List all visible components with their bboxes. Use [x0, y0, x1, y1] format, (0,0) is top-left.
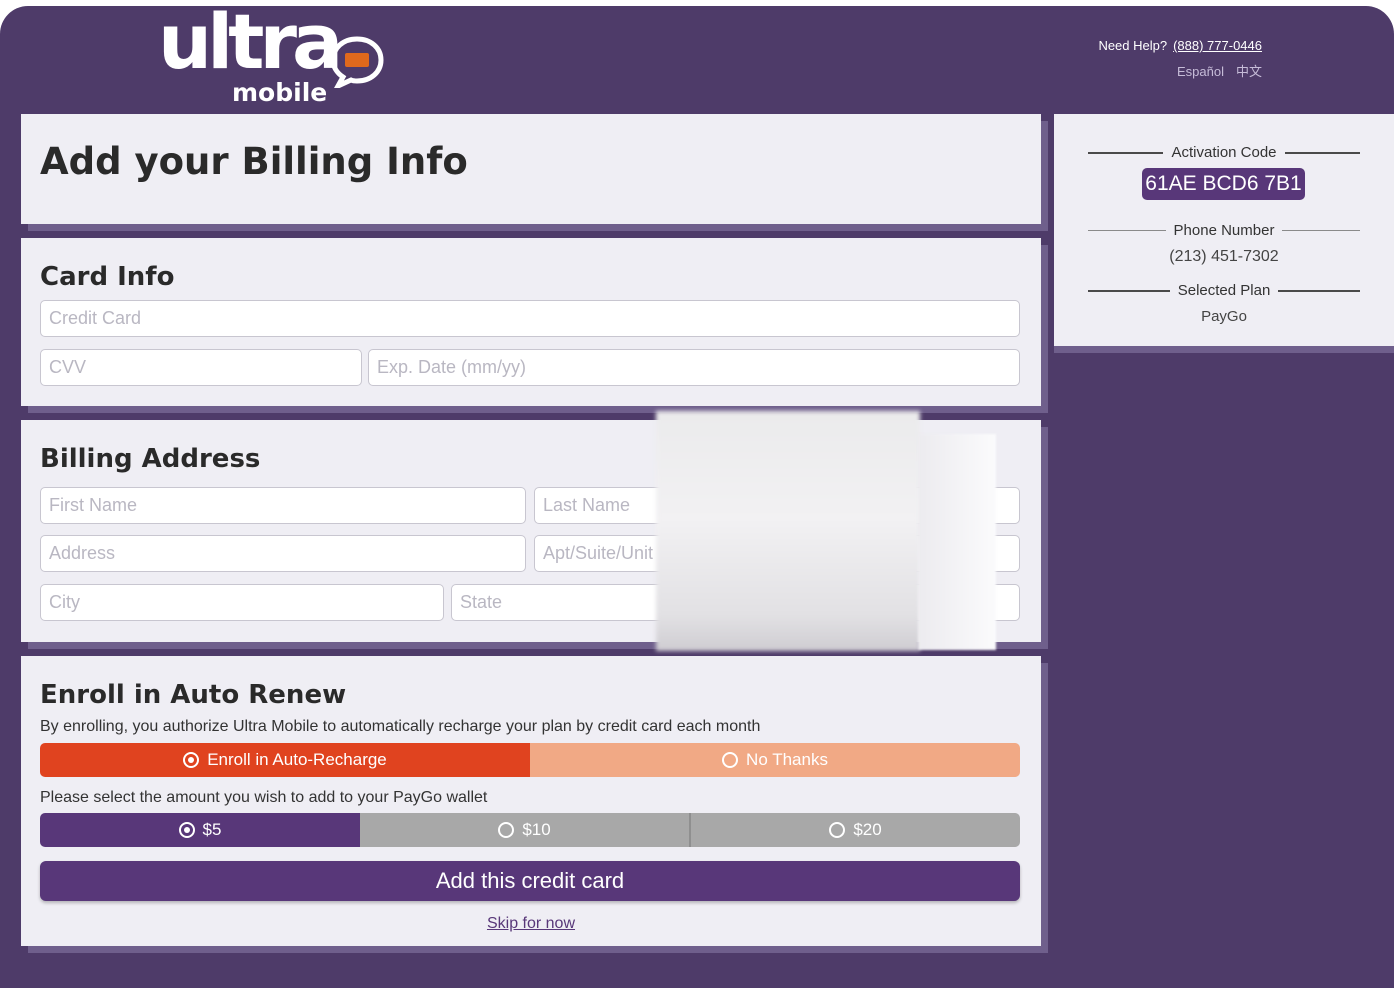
amount-prompt: Please select the amount you wish to add… — [40, 789, 488, 806]
card-info-heading: Card Info — [40, 262, 175, 292]
chat-bubble-logo-icon — [330, 36, 384, 88]
language-chinese-link[interactable]: 中文 — [1236, 64, 1262, 79]
title-card: Add your Billing Info — [21, 114, 1041, 224]
no-thanks-label: No Thanks — [746, 750, 828, 769]
help-line: Need Help? (888) 777-0446 — [1098, 38, 1262, 53]
enroll-label: Enroll in Auto-Recharge — [207, 750, 387, 769]
amount-option-20[interactable]: $20 — [691, 813, 1020, 847]
radio-selected-icon — [183, 752, 200, 768]
help-area: Need Help? (888) 777-0446 Español 中文 — [1098, 38, 1262, 80]
amount-option-10[interactable]: $10 — [360, 813, 691, 847]
help-label: Need Help? — [1098, 38, 1168, 53]
card-info-section: Card Info — [21, 238, 1041, 406]
selected-plan-value: PayGo — [1201, 308, 1247, 325]
help-phone-link[interactable]: (888) 777-0446 — [1173, 38, 1262, 53]
amount-label-10: $10 — [522, 820, 551, 839]
radio-unselected-icon — [829, 822, 846, 838]
radio-selected-icon — [178, 822, 195, 838]
auto-renew-heading: Enroll in Auto Renew — [40, 680, 347, 710]
first-name-input[interactable] — [40, 487, 526, 524]
skip-container: Skip for now — [21, 915, 1041, 933]
auto-renew-section: Enroll in Auto Renew By enrolling, you a… — [21, 656, 1041, 946]
city-input[interactable] — [40, 584, 444, 621]
order-summary-panel: Activation Code 61AE BCD6 7B1 Phone Numb… — [1054, 114, 1394, 346]
auto-renew-description: By enrolling, you authorize Ultra Mobile… — [40, 718, 761, 735]
exp-date-input[interactable] — [368, 349, 1020, 386]
address-input[interactable] — [40, 535, 526, 572]
phone-number-value: (213) 451-7302 — [1169, 248, 1279, 265]
ultra-mobile-logo[interactable]: ultra mobile — [158, 6, 388, 110]
enroll-auto-recharge-option[interactable]: Enroll in Auto-Recharge — [40, 743, 530, 777]
radio-unselected-icon — [498, 822, 515, 838]
blurred-overlay-edge — [918, 434, 996, 650]
activation-code-badge: 61AE BCD6 7B1 — [1142, 168, 1305, 200]
cvv-input[interactable] — [40, 349, 362, 386]
billing-address-heading: Billing Address — [40, 444, 261, 474]
radio-unselected-icon — [722, 752, 739, 768]
blurred-overlay — [656, 411, 920, 651]
amount-selector: $5 $10 $20 — [40, 813, 1020, 847]
page-title: Add your Billing Info — [40, 140, 468, 183]
skip-for-now-link[interactable]: Skip for now — [487, 915, 575, 932]
amount-option-5[interactable]: $5 — [40, 813, 360, 847]
selected-plan-label: Selected Plan — [1088, 282, 1360, 299]
logo-subtext: mobile — [232, 78, 328, 107]
no-thanks-option[interactable]: No Thanks — [530, 743, 1020, 777]
amount-label-20: $20 — [853, 820, 882, 839]
page-frame: ultra mobile Need Help? (888) 777-0446 Es… — [0, 6, 1394, 988]
language-espanol-link[interactable]: Español — [1177, 64, 1224, 79]
logo-wordmark: ultra — [158, 6, 343, 86]
add-credit-card-button[interactable]: Add this credit card — [40, 861, 1020, 901]
credit-card-input[interactable] — [40, 300, 1020, 337]
phone-number-label: Phone Number — [1088, 222, 1360, 239]
language-links: Español 中文 — [1098, 61, 1262, 80]
activation-code-label: Activation Code — [1088, 144, 1360, 161]
amount-label-5: $5 — [202, 820, 222, 839]
auto-recharge-toggle: Enroll in Auto-Recharge No Thanks — [40, 743, 1020, 777]
